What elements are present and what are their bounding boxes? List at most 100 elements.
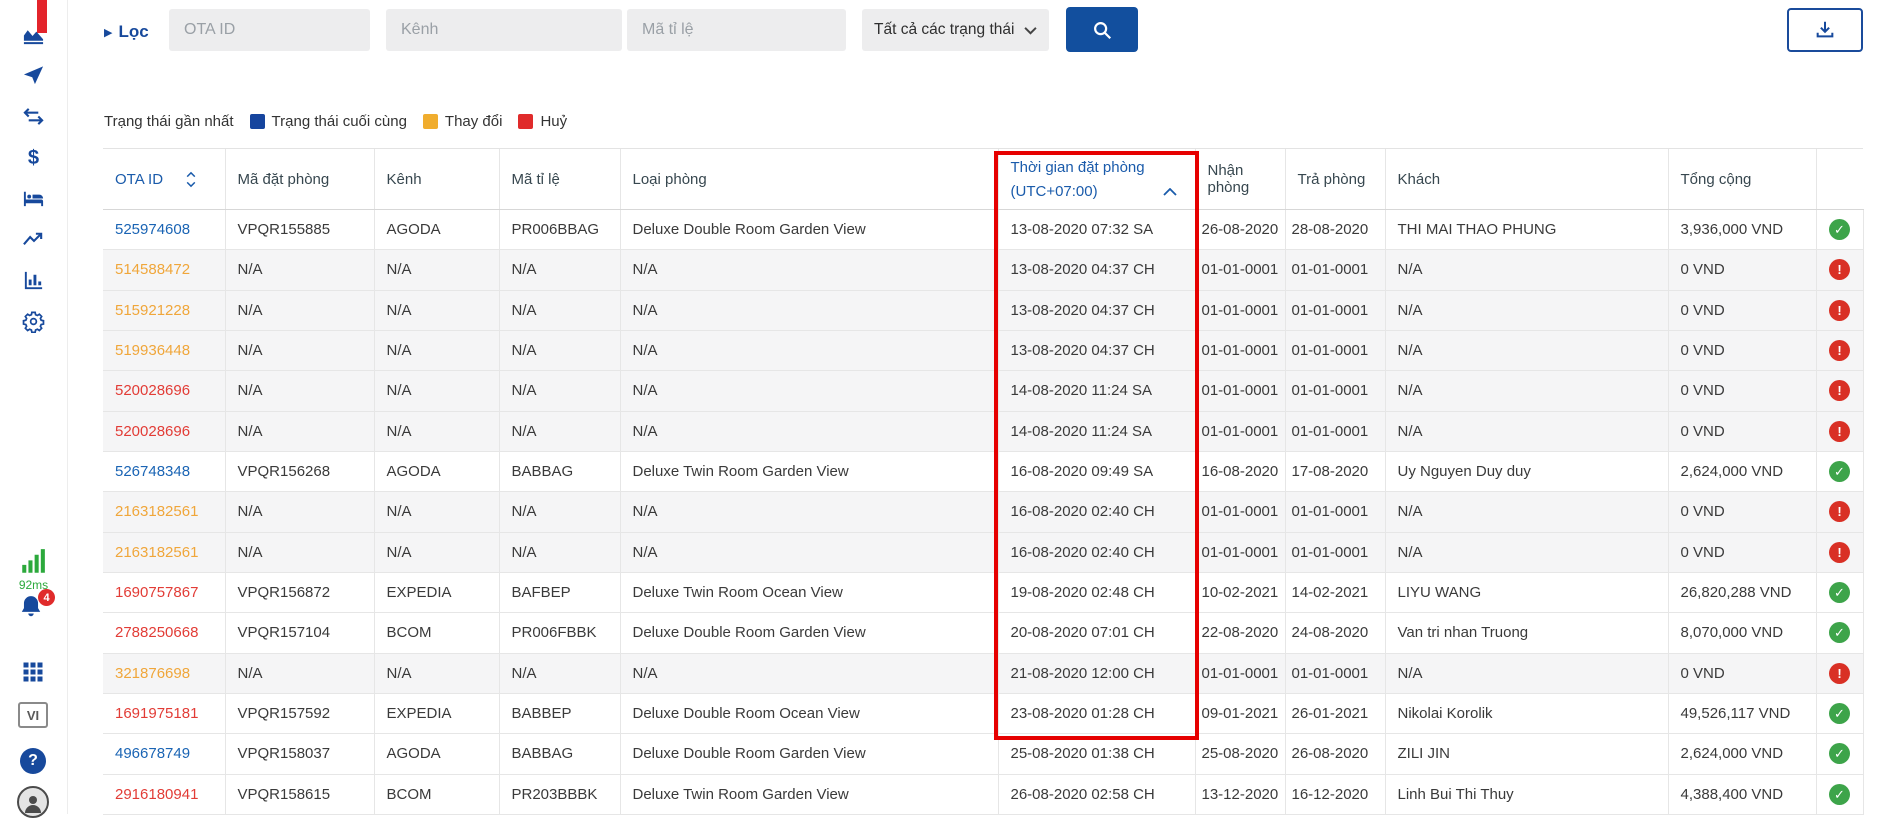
total-cell: 3,936,000 VND: [1668, 210, 1816, 250]
ota-id-cell[interactable]: 514588472: [103, 250, 225, 290]
booking-code-cell: N/A: [225, 330, 374, 370]
room-type-cell: Deluxe Twin Room Ocean View: [620, 572, 998, 612]
col-header-status: [1816, 149, 1863, 210]
booking-time-cell: 16-08-2020 02:40 CH: [998, 532, 1195, 572]
sidebar-item-transactions[interactable]: [0, 96, 67, 137]
ota-id-cell[interactable]: 496678749: [103, 734, 225, 774]
booking-code-cell: N/A: [225, 492, 374, 532]
booking-code-cell: VPQR156268: [225, 451, 374, 491]
booking-time-cell: 13-08-2020 04:37 CH: [998, 250, 1195, 290]
ota-id-cell[interactable]: 520028696: [103, 371, 225, 411]
guest-cell: N/A: [1385, 290, 1668, 330]
total-cell: 49,526,117 VND: [1668, 693, 1816, 733]
status-icon: !: [1829, 663, 1850, 684]
trend-up-icon: [22, 228, 45, 251]
rate-code-cell: N/A: [499, 653, 620, 693]
filter-label: Lọc: [118, 22, 148, 42]
channel-cell: N/A: [374, 411, 499, 451]
table-row[interactable]: 515921228 N/A N/A N/A N/A 13-08-2020 04:…: [103, 290, 1863, 330]
checkout-cell: 26-01-2021: [1285, 693, 1385, 733]
table-row[interactable]: 1690757867 VPQR156872 EXPEDIA BAFBEP Del…: [103, 572, 1863, 612]
col-header-checkout: Trả phòng: [1285, 149, 1385, 210]
col-header-booking-time[interactable]: Thời gian đặt phòng (UTC+07:00): [998, 149, 1195, 210]
booking-time-cell: 21-08-2020 12:00 CH: [998, 653, 1195, 693]
checkout-cell: 01-01-0001: [1285, 290, 1385, 330]
checkout-cell: 17-08-2020: [1285, 451, 1385, 491]
sidebar-item-finance[interactable]: $: [0, 137, 67, 178]
help-button[interactable]: ?: [20, 748, 46, 774]
ota-id-cell[interactable]: 519936448: [103, 330, 225, 370]
ota-id-cell[interactable]: 2788250668: [103, 613, 225, 653]
table-row[interactable]: 2916180941 VPQR158615 BCOM PR203BBBK Del…: [103, 774, 1863, 814]
ota-id-cell[interactable]: 526748348: [103, 451, 225, 491]
table-row[interactable]: 321876698 N/A N/A N/A N/A 21-08-2020 12:…: [103, 653, 1863, 693]
sidebar-item-rooms[interactable]: [0, 178, 67, 219]
bookings-table-container: OTA ID Mã đặt phòng Kênh Mã tỉ lệ Loại p…: [103, 148, 1863, 815]
status-filter-dropdown[interactable]: Tất cả các trạng thái: [862, 9, 1049, 51]
sidebar-item-promotions[interactable]: [0, 55, 67, 96]
checkout-cell: 01-01-0001: [1285, 653, 1385, 693]
table-row[interactable]: 2163182561 N/A N/A N/A N/A 16-08-2020 02…: [103, 532, 1863, 572]
filter-toggle[interactable]: ▶ Lọc: [104, 22, 149, 42]
sidebar-item-performance[interactable]: [0, 219, 67, 260]
ota-id-input[interactable]: [169, 9, 370, 51]
download-button[interactable]: [1787, 8, 1863, 52]
rate-code-cell: N/A: [499, 532, 620, 572]
table-row[interactable]: 2788250668 VPQR157104 BCOM PR006FBBK Del…: [103, 613, 1863, 653]
notifications-button[interactable]: 4: [18, 594, 48, 625]
checkin-cell: 01-01-0001: [1195, 411, 1285, 451]
status-icon: !: [1829, 259, 1850, 280]
table-row[interactable]: 520028696 N/A N/A N/A N/A 14-08-2020 11:…: [103, 411, 1863, 451]
ota-id-cell[interactable]: 520028696: [103, 411, 225, 451]
latency-label: 92ms: [0, 578, 67, 592]
ota-id-cell[interactable]: 515921228: [103, 290, 225, 330]
booking-code-cell: N/A: [225, 532, 374, 572]
user-avatar[interactable]: [17, 786, 49, 818]
apps-menu-button[interactable]: [21, 660, 45, 689]
language-toggle[interactable]: VI: [18, 702, 48, 728]
booking-code-cell: VPQR156872: [225, 572, 374, 612]
channel-cell: N/A: [374, 532, 499, 572]
bed-icon: [22, 187, 45, 210]
table-row[interactable]: 520028696 N/A N/A N/A N/A 14-08-2020 11:…: [103, 371, 1863, 411]
channel-input[interactable]: [386, 9, 622, 51]
total-cell: 2,624,000 VND: [1668, 451, 1816, 491]
table-row[interactable]: 519936448 N/A N/A N/A N/A 13-08-2020 04:…: [103, 330, 1863, 370]
status-cell: !: [1816, 532, 1863, 572]
ota-id-cell[interactable]: 321876698: [103, 653, 225, 693]
sidebar-item-settings[interactable]: [0, 301, 67, 342]
col-header-ota-id[interactable]: OTA ID: [103, 149, 225, 210]
paper-plane-icon: [22, 64, 45, 87]
rate-code-input[interactable]: [627, 9, 846, 51]
booking-code-cell: N/A: [225, 290, 374, 330]
room-type-cell: Deluxe Double Room Garden View: [620, 734, 998, 774]
guest-cell: Van tri nhan Truong: [1385, 613, 1668, 653]
status-cell: !: [1816, 653, 1863, 693]
booking-time-cell: 19-08-2020 02:48 CH: [998, 572, 1195, 612]
checkin-cell: 09-01-2021: [1195, 693, 1285, 733]
channel-cell: AGODA: [374, 210, 499, 250]
checkout-cell: 01-01-0001: [1285, 371, 1385, 411]
room-type-cell: N/A: [620, 532, 998, 572]
table-row[interactable]: 2163182561 N/A N/A N/A N/A 16-08-2020 02…: [103, 492, 1863, 532]
ota-id-cell[interactable]: 2916180941: [103, 774, 225, 814]
ota-id-cell[interactable]: 2163182561: [103, 492, 225, 532]
booking-time-cell: 26-08-2020 02:58 CH: [998, 774, 1195, 814]
ota-id-cell[interactable]: 1691975181: [103, 693, 225, 733]
table-row[interactable]: 1691975181 VPQR157592 EXPEDIA BABBEP Del…: [103, 693, 1863, 733]
sidebar-item-dashboard[interactable]: [0, 14, 67, 55]
ota-id-cell[interactable]: 2163182561: [103, 532, 225, 572]
table-body: 525974608 VPQR155885 AGODA PR006BBAG Del…: [103, 210, 1863, 815]
guest-cell: Uy Nguyen Duy duy: [1385, 451, 1668, 491]
checkout-cell: 24-08-2020: [1285, 613, 1385, 653]
ota-id-cell[interactable]: 525974608: [103, 210, 225, 250]
table-row[interactable]: 496678749 VPQR158037 AGODA BABBAG Deluxe…: [103, 734, 1863, 774]
sidebar-item-reports[interactable]: [0, 260, 67, 301]
svg-text:$: $: [28, 147, 39, 169]
table-row[interactable]: 526748348 VPQR156268 AGODA BABBAG Deluxe…: [103, 451, 1863, 491]
table-row[interactable]: 525974608 VPQR155885 AGODA PR006BBAG Del…: [103, 210, 1863, 250]
table-row[interactable]: 514588472 N/A N/A N/A N/A 13-08-2020 04:…: [103, 250, 1863, 290]
status-legend: Trạng thái gần nhất Trạng thái cuối cùng…: [104, 113, 567, 130]
ota-id-cell[interactable]: 1690757867: [103, 572, 225, 612]
search-button[interactable]: [1066, 7, 1138, 52]
